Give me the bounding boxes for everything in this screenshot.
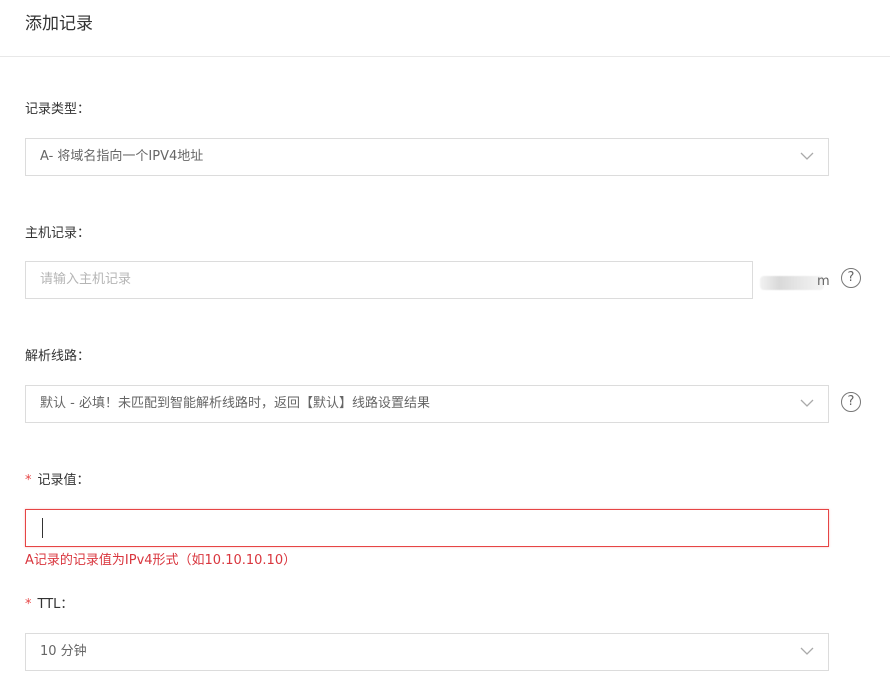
domain-suffix-tail: m (817, 274, 830, 289)
dialog-header: 添加记录 (0, 0, 890, 57)
text-caret (42, 518, 43, 538)
resolve-line-help-icon[interactable]: ? (841, 392, 861, 412)
record-value-input[interactable] (25, 509, 829, 547)
dialog-title: 添加记录 (25, 14, 93, 34)
ttl-label: * TTL： (25, 596, 73, 614)
chevron-down-icon (800, 152, 814, 160)
host-record-placeholder: 请输入主机记录 (40, 272, 132, 287)
host-record-help-icon[interactable]: ? (841, 268, 861, 288)
required-mark: * (25, 597, 32, 612)
record-type-value: A- 将域名指向一个IPV4地址 (40, 149, 204, 164)
record-value-label-text: 记录值： (37, 473, 90, 488)
resolve-line-select[interactable]: 默认 - 必填！未匹配到智能解析线路时，返回【默认】线路设置结果 (25, 385, 829, 423)
required-mark: * (25, 473, 32, 488)
ttl-label-text: TTL： (37, 597, 74, 612)
host-record-label: 主机记录： (25, 226, 91, 241)
record-type-label: 记录类型： (25, 102, 91, 117)
chevron-down-icon (800, 399, 814, 407)
domain-suffix-blurred (760, 276, 824, 290)
resolve-line-label: 解析线路： (25, 349, 91, 364)
ttl-value: 10 分钟 (40, 644, 87, 659)
record-value-label: * 记录值： (25, 472, 90, 490)
host-record-input[interactable]: 请输入主机记录 (25, 261, 753, 299)
record-value-error: A记录的记录值为IPv4形式（如10.10.10.10） (25, 553, 297, 568)
resolve-line-value: 默认 - 必填！未匹配到智能解析线路时，返回【默认】线路设置结果 (40, 396, 430, 411)
chevron-down-icon (800, 647, 814, 655)
ttl-select[interactable]: 10 分钟 (25, 633, 829, 671)
record-type-select[interactable]: A- 将域名指向一个IPV4地址 (25, 138, 829, 176)
